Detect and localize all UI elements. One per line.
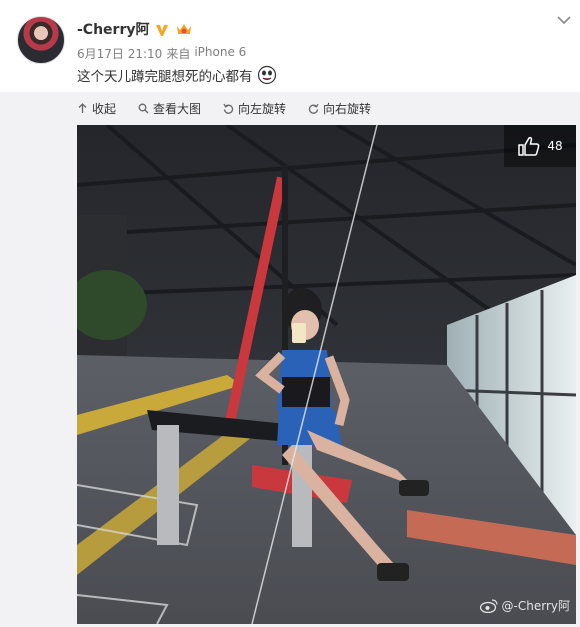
thumbs-up-icon xyxy=(518,136,540,156)
source-prefix: 来自 xyxy=(166,47,191,61)
emoji-icon xyxy=(257,65,277,85)
rotate-right-button[interactable]: 向右旋转 xyxy=(308,100,371,117)
view-large-button[interactable]: 查看大图 xyxy=(138,100,201,117)
chevron-down-icon[interactable] xyxy=(556,14,572,26)
post-meta: 6月17日 21:10 来自 iPhone 6 xyxy=(77,45,246,62)
watermark-text: @-Cherry阿 xyxy=(501,599,570,613)
avatar[interactable] xyxy=(17,16,65,64)
username-row: -Cherry阿 xyxy=(77,19,193,39)
post-header: -Cherry阿 6月17日 21:10 来自 iPhone 6 这个天儿蹲完腿… xyxy=(0,0,580,92)
magnifier-icon xyxy=(138,103,149,113)
rotate-right-icon xyxy=(308,103,319,114)
weibo-logo-icon xyxy=(479,598,498,613)
media-panel: 收起 查看大图 向左旋转 向右旋转 48 @-Cherry阿 xyxy=(0,92,580,627)
post-source[interactable]: iPhone 6 xyxy=(194,45,246,62)
like-count: 48 xyxy=(547,139,563,153)
vip-crown-icon[interactable] xyxy=(175,21,193,37)
collapse-button[interactable]: 收起 xyxy=(77,100,116,117)
username[interactable]: -Cherry阿 xyxy=(77,19,149,39)
rotate-left-icon xyxy=(223,103,234,114)
view-large-label: 查看大图 xyxy=(153,101,202,116)
watermark: @-Cherry阿 xyxy=(479,597,570,614)
verified-icon[interactable] xyxy=(155,22,169,36)
rotate-right-label: 向右旋转 xyxy=(323,101,372,116)
collapse-label: 收起 xyxy=(92,101,117,116)
post-text: 这个天儿蹲完腿想死的心都有 xyxy=(77,65,277,85)
like-button[interactable]: 48 xyxy=(504,125,576,167)
post-body: 这个天儿蹲完腿想死的心都有 xyxy=(77,69,253,85)
collapse-icon xyxy=(78,102,87,113)
rotate-left-label: 向左旋转 xyxy=(238,101,287,116)
rotate-left-button[interactable]: 向左旋转 xyxy=(223,100,286,117)
gym-selfie-illustration xyxy=(77,125,576,624)
post-photo[interactable]: 48 @-Cherry阿 xyxy=(77,125,576,624)
post-date[interactable]: 6月17日 21:10 xyxy=(77,45,162,62)
media-toolbar: 收起 查看大图 向左旋转 向右旋转 xyxy=(77,98,371,118)
